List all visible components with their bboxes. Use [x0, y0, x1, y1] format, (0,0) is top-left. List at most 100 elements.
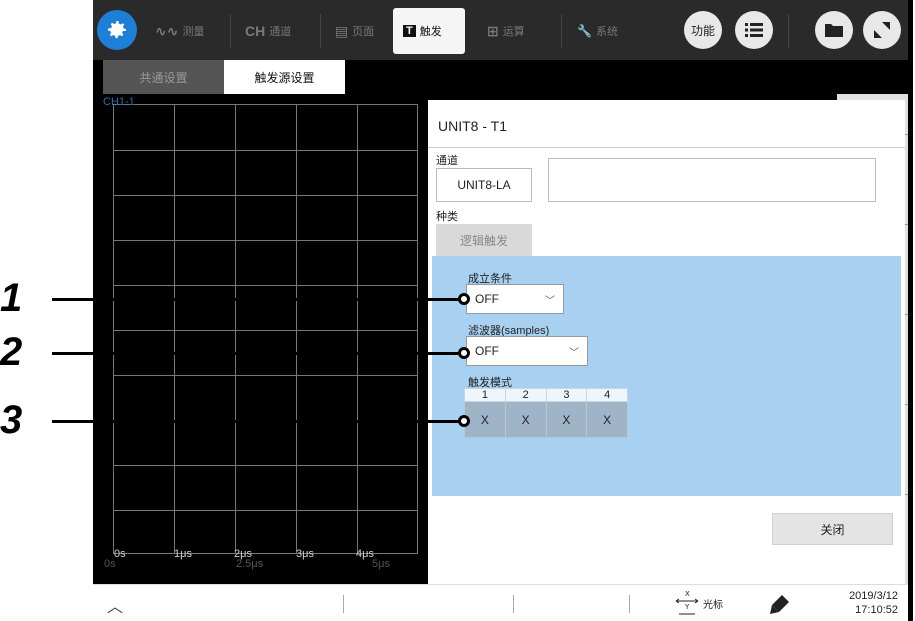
- trigger-mode-table: 1 2 3 4 X X X X: [464, 388, 628, 438]
- tab-page[interactable]: ▤ 页面: [325, 8, 395, 54]
- function-button[interactable]: 功能: [684, 11, 722, 49]
- grid-line: [114, 150, 417, 151]
- cursor-xy-icon: X Y: [675, 590, 699, 615]
- tab-calculation-label: 运算: [502, 26, 525, 38]
- time-tick-label-secondary: 2.5μs: [236, 558, 264, 570]
- filter-dropdown-value: OFF: [475, 344, 499, 358]
- dialog-divider: [428, 147, 905, 148]
- mode-header: 3: [545, 388, 588, 402]
- page-icon: ▤: [335, 22, 349, 39]
- grid-line: [357, 105, 358, 553]
- grid-line: [114, 465, 417, 466]
- expand-button[interactable]: [863, 11, 901, 49]
- toolbar-divider: [320, 14, 321, 48]
- callout-line-3: [52, 420, 464, 423]
- status-bar: ︿ X Y 光标 2019/3/12 17:10:52: [93, 584, 908, 621]
- date-text: 2019/3/12: [849, 590, 898, 602]
- list-icon: [745, 23, 763, 37]
- callout-number-1: 1: [0, 276, 23, 320]
- callout-dot-3: [458, 415, 470, 427]
- close-button[interactable]: 关闭: [772, 513, 893, 545]
- gear-icon: [108, 21, 126, 39]
- channel-icon: CH: [245, 23, 266, 39]
- date-time-display: 2019/3/12 17:10:52: [849, 589, 898, 617]
- tab-trigger-label: 触发: [419, 26, 442, 38]
- settings-button[interactable]: [97, 10, 137, 50]
- toolbar-divider: [230, 14, 231, 48]
- callout-number-2: 2: [0, 330, 23, 374]
- tab-channel-label: 通道: [269, 26, 292, 38]
- expand-icon: [874, 22, 890, 38]
- mode-header: 2: [504, 388, 547, 402]
- svg-text:X: X: [685, 590, 690, 598]
- tab-system-label: 系统: [595, 26, 618, 38]
- top-toolbar: ∿∿ 测量 CH 通道 ▤ 页面 T 触发 ⊞ 运算 🔧 系统 功能: [93, 0, 908, 60]
- cursor-label: 光标: [703, 599, 723, 611]
- grid-line: [296, 105, 297, 553]
- usb-drive-icon: [769, 593, 791, 620]
- tab-channel[interactable]: CH 通道: [235, 8, 317, 54]
- grid-line: [114, 510, 417, 511]
- callout-line-1: [52, 298, 464, 301]
- waveform-grid: [113, 104, 418, 554]
- mode-header: 1: [464, 388, 506, 402]
- channel-field-label: 通道: [436, 155, 458, 167]
- grid-line: [114, 285, 417, 286]
- grid-line: [114, 195, 417, 196]
- dialog-title: UNIT8 - T1: [438, 118, 507, 134]
- tab-common-settings[interactable]: 共通设置: [103, 60, 224, 94]
- tab-trigger-source-settings[interactable]: 触发源设置: [224, 60, 345, 94]
- chevron-up-icon[interactable]: ︿: [107, 593, 123, 617]
- mode-cell[interactable]: X: [504, 401, 547, 438]
- mode-cell[interactable]: X: [545, 401, 588, 438]
- grid-line: [235, 105, 236, 553]
- mode-cell[interactable]: X: [586, 401, 628, 438]
- tab-measure-label: 测量: [182, 26, 205, 38]
- condition-dropdown[interactable]: OFF ﹀: [466, 284, 564, 314]
- cursor-button[interactable]: X Y 光标: [675, 589, 723, 617]
- callout-dot-1: [458, 293, 470, 305]
- chevron-down-icon: ﹀: [569, 347, 579, 359]
- grid-line: [114, 330, 417, 331]
- tab-calculation[interactable]: ⊞ 运算: [477, 8, 559, 54]
- status-divider: [513, 595, 514, 613]
- time-tick-label-secondary: 0s: [104, 558, 116, 570]
- time-tick-label: 1μs: [174, 548, 192, 560]
- time-text: 17:10:52: [855, 604, 898, 616]
- grid-line: [114, 240, 417, 241]
- chevron-down-icon: ﹀: [545, 295, 555, 307]
- tab-trigger[interactable]: T 触发: [393, 8, 465, 54]
- callout-dot-2: [458, 347, 470, 359]
- channel-label: CH1-1: [103, 96, 135, 108]
- type-field-label: 种类: [436, 211, 458, 223]
- list-menu-button[interactable]: [735, 11, 773, 49]
- tab-measure[interactable]: ∿∿ 测量: [145, 8, 227, 54]
- mode-header: 4: [586, 388, 628, 402]
- status-divider: [343, 595, 344, 613]
- filter-dropdown[interactable]: OFF ﹀: [466, 336, 588, 366]
- time-tick-label: 3μs: [296, 548, 314, 560]
- svg-text:Y: Y: [684, 603, 690, 611]
- tab-page-label: 页面: [352, 26, 375, 38]
- callout-number-3: 3: [0, 398, 23, 442]
- trigger-icon: T: [403, 25, 416, 37]
- folder-button[interactable]: [815, 11, 853, 49]
- status-divider: [629, 595, 630, 613]
- wrench-icon: 🔧: [577, 24, 592, 38]
- channel-select[interactable]: UNIT8-LA: [436, 168, 532, 202]
- toolbar-divider: [561, 14, 562, 48]
- callout-line-2: [52, 352, 464, 355]
- condition-dropdown-value: OFF: [475, 292, 499, 306]
- time-tick-label-secondary: 5μs: [372, 558, 390, 570]
- grid-line: [114, 375, 417, 376]
- toolbar-divider: [788, 14, 789, 48]
- grid-line: [174, 105, 175, 553]
- tab-system[interactable]: 🔧 系统: [567, 8, 649, 54]
- settings-subtabs: 共通设置 触发源设置: [103, 60, 345, 94]
- type-value-box: 逻辑触发: [436, 224, 532, 256]
- channel-comment-field[interactable]: [548, 158, 876, 202]
- folder-icon: [825, 24, 843, 37]
- trigger-source-dialog: UNIT8 - T1 通道 UNIT8-LA 种类 逻辑触发 成立条件 OFF …: [428, 100, 905, 584]
- calculation-icon: ⊞: [487, 22, 499, 39]
- mode-cell[interactable]: X: [464, 401, 506, 438]
